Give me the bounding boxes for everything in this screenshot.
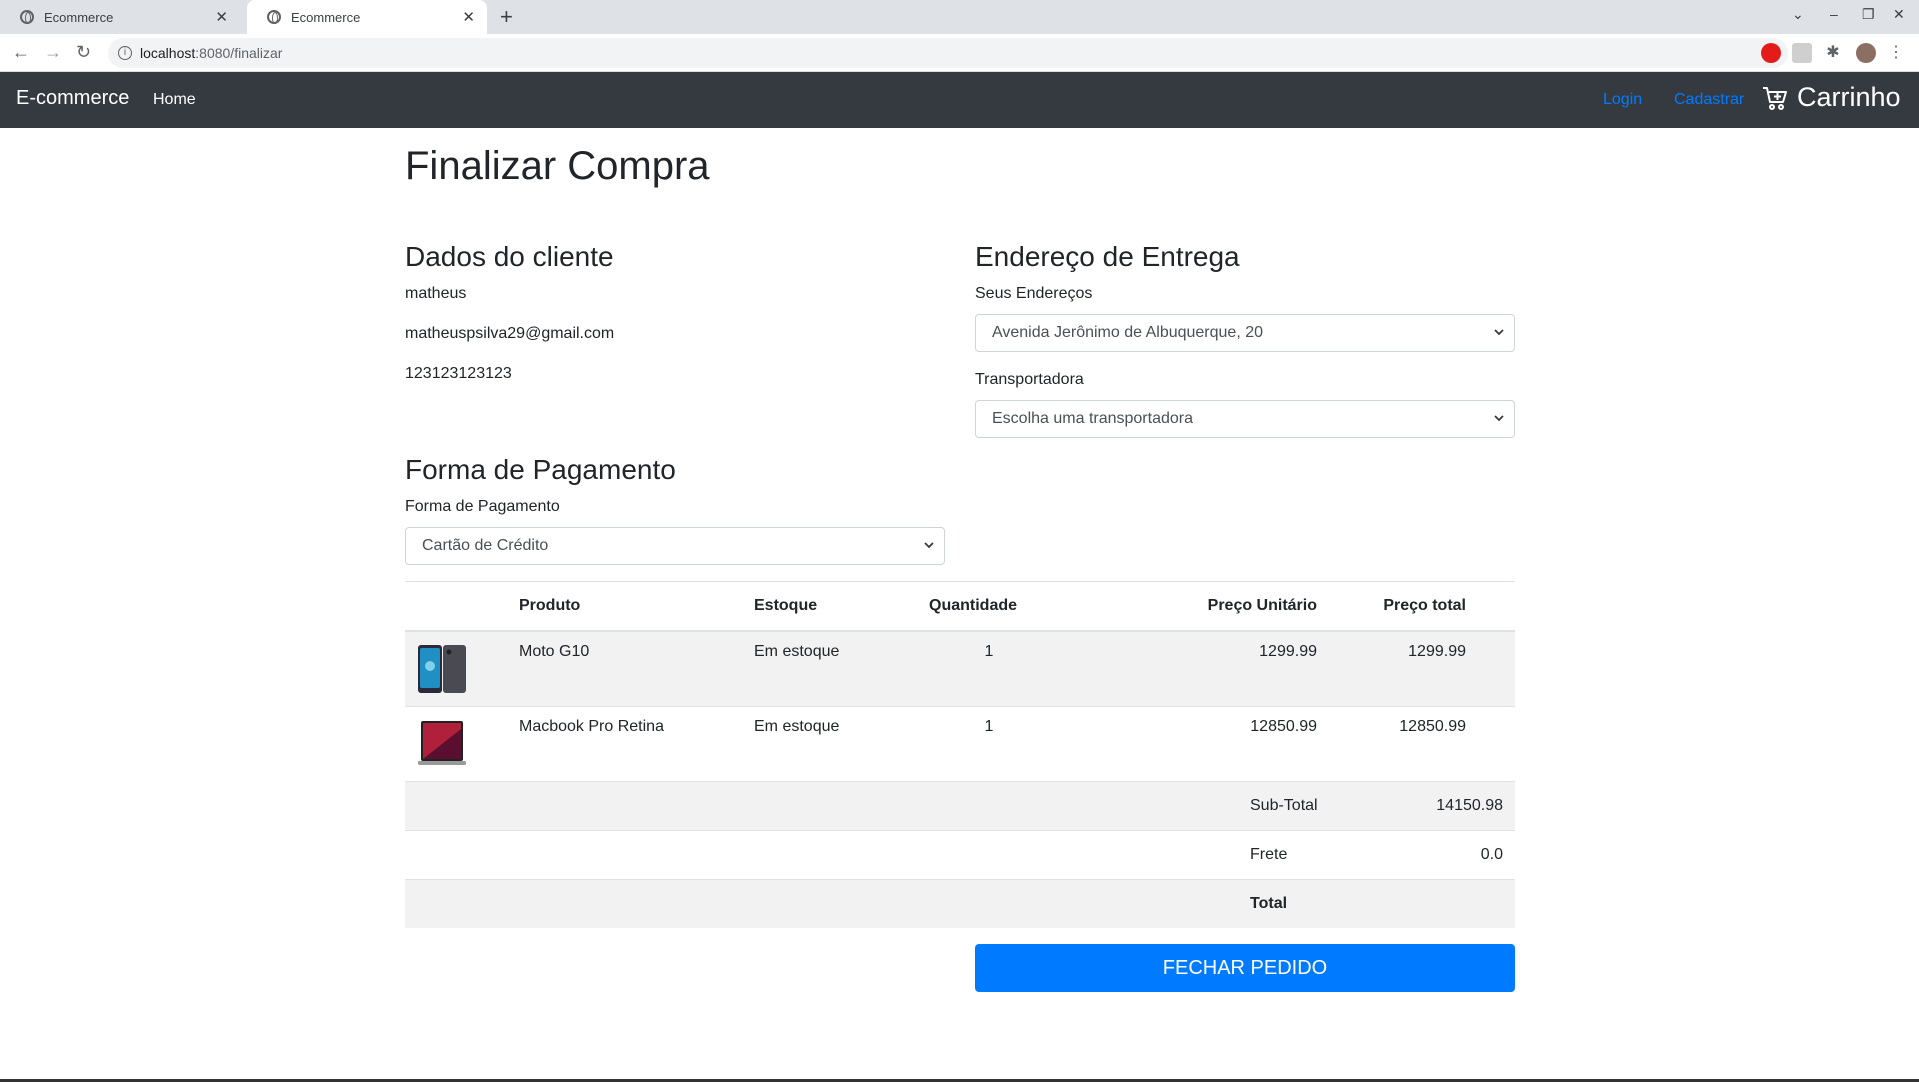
restore-icon[interactable]: ❐ xyxy=(1862,6,1875,23)
header-quantidade: Quantidade xyxy=(929,597,1018,614)
browser-tab[interactable]: Ecommerce ✕ xyxy=(0,0,240,34)
close-tab-icon[interactable]: ✕ xyxy=(462,8,475,26)
estoque-cell: Em estoque xyxy=(754,643,840,660)
produto-cell: Macbook Pro Retina xyxy=(519,718,664,735)
minimize-icon[interactable]: – xyxy=(1830,6,1838,22)
nav-home-link[interactable]: Home xyxy=(153,91,196,109)
extension-icon[interactable] xyxy=(1792,43,1812,63)
transportadora-selected-value: Escolha uma transportadora xyxy=(992,410,1193,427)
back-icon[interactable]: ← xyxy=(12,42,30,63)
tab-title: Ecommerce xyxy=(291,9,361,25)
url-text: localhost:8080/finalizar xyxy=(140,45,283,61)
entrega-heading: Endereço de Entrega xyxy=(975,241,1240,272)
pagamento-heading: Forma de Pagamento xyxy=(405,454,676,485)
nav-cadastrar-link[interactable]: Cadastrar xyxy=(1674,91,1744,109)
endereco-select[interactable]: Avenida Jerônimo de Albuquerque, 20 xyxy=(975,314,1515,352)
header-produto: Produto xyxy=(519,597,581,614)
pagamento-select[interactable]: Cartão de Crédito xyxy=(405,527,945,565)
table-row: Moto G10 Em estoque 1 1299.99 1299.99 xyxy=(405,632,1515,707)
browser-tab-active[interactable]: Ecommerce ✕ xyxy=(247,0,487,34)
preco-total-cell: 12850.99 xyxy=(1399,718,1466,735)
avatar[interactable] xyxy=(1856,43,1876,63)
estoque-cell: Em estoque xyxy=(754,718,840,735)
tab-title: Ecommerce xyxy=(44,9,114,25)
cart-icon xyxy=(1763,86,1787,110)
frete-label: Frete xyxy=(1250,846,1288,863)
reload-icon[interactable]: ↻ xyxy=(76,42,91,63)
browser-tabstrip: Ecommerce ✕ Ecommerce ✕ + ⌄ – ❐ ✕ xyxy=(0,0,1919,34)
transportadora-label: Transportadora xyxy=(975,371,1084,388)
forward-icon[interactable]: → xyxy=(44,42,62,63)
pagamento-label: Forma de Pagamento xyxy=(405,498,560,515)
address-bar[interactable]: i localhost:8080/finalizar ☆ xyxy=(108,38,1788,68)
new-tab-icon[interactable]: + xyxy=(500,4,513,30)
chevron-down-icon xyxy=(1494,329,1504,336)
cliente-nome: matheus xyxy=(405,285,467,302)
close-window-icon[interactable]: ✕ xyxy=(1893,6,1905,23)
navbar: E-commerce Home Login Cadastrar Carrinho xyxy=(0,72,1919,128)
total-label: Total xyxy=(1250,895,1288,912)
fechar-pedido-button[interactable]: FECHAR PEDIDO xyxy=(975,944,1515,992)
total-row: Total xyxy=(405,880,1515,928)
frete-row: Frete 0.0 xyxy=(405,831,1515,880)
globe-icon xyxy=(20,10,34,24)
quantidade-cell: 1 xyxy=(984,718,994,735)
chevron-down-icon xyxy=(924,542,934,549)
table-header: Produto Estoque Quantidade Preço Unitári… xyxy=(405,581,1515,632)
pagamento-selected-value: Cartão de Crédito xyxy=(422,537,549,554)
close-tab-icon[interactable]: ✕ xyxy=(215,8,228,26)
moto-g10-image xyxy=(418,645,466,693)
chevron-down-icon xyxy=(1494,415,1504,422)
cart-link[interactable]: Carrinho xyxy=(1761,82,1901,113)
menu-kebab-icon[interactable]: ⋮ xyxy=(1888,43,1908,63)
quantidade-cell: 1 xyxy=(984,643,994,660)
produto-cell: Moto G10 xyxy=(519,643,590,660)
cliente-email: matheuspsilva29@gmail.com xyxy=(405,325,615,342)
info-icon[interactable]: i xyxy=(118,46,132,60)
subtotal-row: Sub-Total 14150.98 xyxy=(405,782,1515,831)
transportadora-select[interactable]: Escolha uma transportadora xyxy=(975,400,1515,438)
puzzle-icon[interactable]: ✱ xyxy=(1823,43,1843,63)
browser-toolbar: ← → ↻ i localhost:8080/finalizar ☆ ✱ ⋮ xyxy=(0,34,1919,72)
enderecos-label: Seus Endereços xyxy=(975,285,1093,302)
page-title: Finalizar Compra xyxy=(405,144,710,188)
nav-login-link[interactable]: Login xyxy=(1603,91,1642,109)
subtotal-value: 14150.98 xyxy=(1436,797,1503,814)
navbar-brand[interactable]: E-commerce xyxy=(16,87,129,110)
globe-icon xyxy=(267,10,281,24)
header-estoque: Estoque xyxy=(754,597,818,614)
table-row: Macbook Pro Retina Em estoque 1 12850.99… xyxy=(405,707,1515,782)
tab-search-icon[interactable]: ⌄ xyxy=(1792,6,1804,23)
cliente-telefone: 123123123123 xyxy=(405,365,512,382)
endereco-selected-value: Avenida Jerônimo de Albuquerque, 20 xyxy=(992,324,1264,341)
opera-extension-icon[interactable] xyxy=(1761,43,1781,63)
header-preco-total: Preço total xyxy=(1383,597,1466,614)
preco-total-cell: 1299.99 xyxy=(1408,643,1466,660)
cliente-heading: Dados do cliente xyxy=(405,241,614,272)
frete-value: 0.0 xyxy=(1480,846,1503,863)
macbook-image xyxy=(418,721,466,765)
cart-label: Carrinho xyxy=(1797,82,1901,112)
